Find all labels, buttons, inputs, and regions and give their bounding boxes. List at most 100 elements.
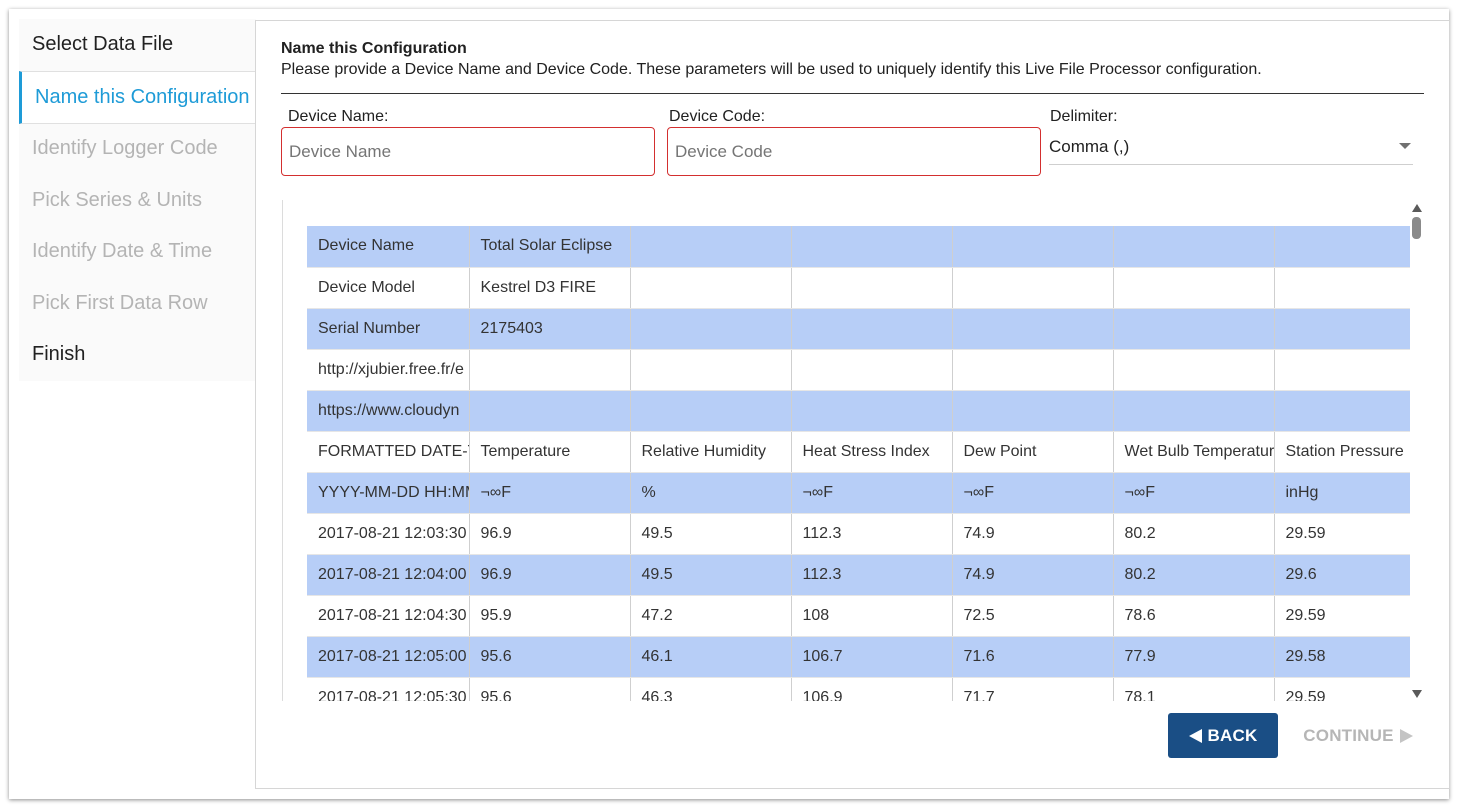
table-cell: 2017-08-21 12:04:30 <box>307 595 470 637</box>
table-cell <box>630 267 792 309</box>
table-cell: 71.6 <box>952 636 1114 678</box>
table-row[interactable]: 2017-08-21 12:03:30 96.9 49.5 112.3 74.9 80.2… <box>307 513 1410 555</box>
table-row[interactable]: 2017-08-21 12:05:30 95.6 46.3 106.9 71.7 78.1… <box>307 677 1410 701</box>
table-cell <box>469 390 631 432</box>
preview-table: Device Name Total Solar Eclipse Device Mod… <box>307 226 1410 701</box>
table-cell: 2017-08-21 12:04:00 <box>307 554 470 596</box>
table-cell: 108 <box>791 595 953 637</box>
table-cell <box>1113 267 1275 309</box>
table-cell <box>1113 226 1275 268</box>
table-cell: Device Model <box>307 267 470 309</box>
delimiter-select[interactable]: Comma (,) <box>1049 130 1413 165</box>
table-cell <box>791 349 953 391</box>
table-cell: 46.1 <box>630 636 792 678</box>
scroll-down-icon[interactable] <box>1412 690 1422 698</box>
table-cell <box>952 308 1114 350</box>
table-row[interactable]: Serial Number 2175403 <box>307 308 1410 350</box>
step-name-this-configuration[interactable]: Name this Configuration <box>19 71 256 124</box>
table-cell <box>791 267 953 309</box>
table-cell: Temperature <box>469 431 631 473</box>
table-row[interactable]: 2017-08-21 12:04:30 95.9 47.2 108 72.5 78.6 29… <box>307 595 1410 637</box>
table-cell: 77.9 <box>1113 636 1275 678</box>
table-cell <box>952 226 1114 268</box>
table-cell: 80.2 <box>1113 513 1275 555</box>
device-code-label: Device Code: <box>669 108 766 125</box>
step-identify-date-time: Identify Date & Time <box>32 240 213 262</box>
table-cell: 80.2 <box>1113 554 1275 596</box>
table-cell: 72.5 <box>952 595 1114 637</box>
table-cell: 95.6 <box>469 636 631 678</box>
table-row[interactable]: http://xjubier.free.fr/e <box>307 349 1410 391</box>
table-cell <box>791 390 953 432</box>
table-cell: 74.9 <box>952 554 1114 596</box>
device-name-input[interactable] <box>281 127 655 176</box>
section-title: Name this Configuration <box>281 40 467 57</box>
table-row[interactable]: Device Model Kestrel D3 FIRE <box>307 267 1410 309</box>
table-cell: YYYY-MM-DD HH:MM <box>307 472 470 514</box>
back-button-label: BACK <box>1207 725 1258 745</box>
table-cell: 106.9 <box>791 677 953 701</box>
table-cell: 112.3 <box>791 513 953 555</box>
table-cell: 46.3 <box>630 677 792 701</box>
step-pick-series-units: Pick Series & Units <box>32 189 203 211</box>
table-cell: 2017-08-21 12:03:30 <box>307 513 470 555</box>
table-cell <box>1274 308 1410 350</box>
device-name-label: Device Name: <box>288 108 389 125</box>
table-row[interactable]: FORMATTED DATE-T Temperature Relative Humi… <box>307 431 1410 473</box>
scroll-up-icon[interactable] <box>1412 204 1422 212</box>
table-cell: 112.3 <box>791 554 953 596</box>
table-cell: Total Solar Eclipse <box>469 226 631 268</box>
table-cell <box>1274 267 1410 309</box>
table-cell: 95.9 <box>469 595 631 637</box>
table-cell <box>952 390 1114 432</box>
table-cell: ¬∞F <box>1113 472 1275 514</box>
table-cell <box>469 349 631 391</box>
table-row[interactable]: 2017-08-21 12:05:00 95.6 46.1 106.7 71.6 77.9… <box>307 636 1410 678</box>
table-cell: 2017-08-21 12:05:30 <box>307 677 470 701</box>
table-cell <box>1113 349 1275 391</box>
table-cell: FORMATTED DATE-T <box>307 431 470 473</box>
back-arrow-icon <box>1188 728 1202 743</box>
table-row[interactable]: YYYY-MM-DD HH:MM ¬∞F% ¬∞F ¬∞F ¬∞F inHg <box>307 472 1410 514</box>
table-cell <box>1274 390 1410 432</box>
table-cell <box>1113 308 1275 350</box>
step-select-data-file[interactable]: Select Data File <box>19 19 256 69</box>
table-cell: Device Name <box>307 226 470 268</box>
step-navigation: Select Data File Name this Configuration… <box>19 19 256 381</box>
table-cell: 78.1 <box>1113 677 1275 701</box>
table-cell: 71.7 <box>952 677 1114 701</box>
table-cell: 106.7 <box>791 636 953 678</box>
table-cell <box>630 349 792 391</box>
table-cell: Dew Point <box>952 431 1114 473</box>
preview-scrollbar[interactable] <box>1409 202 1425 700</box>
table-cell: % <box>630 472 792 514</box>
step-finish[interactable]: Finish <box>19 329 256 379</box>
table-cell: 47.2 <box>630 595 792 637</box>
table-cell: 95.6 <box>469 677 631 701</box>
continue-arrow-icon <box>1399 728 1413 743</box>
table-cell: inHg <box>1274 472 1410 514</box>
table-row[interactable]: https://www.cloudyn <box>307 390 1410 432</box>
table-cell: Kestrel D3 FIRE <box>469 267 631 309</box>
continue-button[interactable]: CONTINUE <box>1290 713 1426 758</box>
table-cell: 29.58 <box>1274 636 1410 678</box>
table-cell <box>791 308 953 350</box>
table-cell: 29.59 <box>1274 595 1410 637</box>
delimiter-selected-value: Comma (,) <box>1049 137 1130 156</box>
section-description: Please provide a Device Name and Device … <box>281 61 1262 78</box>
scrollbar-thumb[interactable] <box>1412 217 1421 239</box>
device-code-input[interactable] <box>667 127 1041 176</box>
step-identify-logger-code: Identify Logger Code <box>32 137 218 159</box>
table-row[interactable]: Device Name Total Solar Eclipse <box>307 226 1410 268</box>
table-cell <box>630 308 792 350</box>
back-button[interactable]: BACK <box>1168 713 1278 758</box>
table-cell: 96.9 <box>469 513 631 555</box>
table-cell <box>1274 349 1410 391</box>
step-pick-first-data-row: Pick First Data Row <box>32 292 208 314</box>
continue-button-label: CONTINUE <box>1303 725 1394 745</box>
table-cell: 49.5 <box>630 513 792 555</box>
table-cell: 29.59 <box>1274 677 1410 701</box>
table-row[interactable]: 2017-08-21 12:04:00 96.9 49.5 112.3 74.9 80.2… <box>307 554 1410 596</box>
table-cell: Relative Humidity <box>630 431 792 473</box>
table-cell: 29.59 <box>1274 513 1410 555</box>
